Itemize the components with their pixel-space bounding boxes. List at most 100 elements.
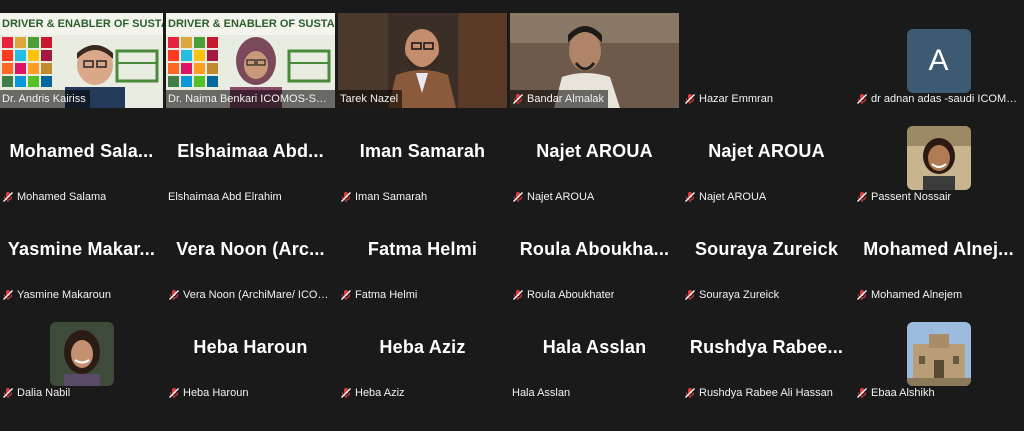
participant-tile[interactable]: Najet AROUA Najet AROUA — [682, 111, 851, 206]
participant-name-label: Heba Aziz — [338, 384, 409, 402]
sdg-banner: DRIVER & ENABLER OF SUSTAINABILITY — [0, 13, 163, 35]
participant-name-label: Hazar Emmran — [682, 90, 777, 108]
participant-tile[interactable]: Heba Aziz Heba Aziz — [338, 307, 507, 402]
participant-tile[interactable]: Tarek Nazel — [338, 13, 507, 108]
mic-muted-icon — [857, 192, 867, 202]
participant-tile[interactable]: Souraya Zureick Souraya Zureick — [682, 209, 851, 304]
participant-tile[interactable]: Fatma Helmi Fatma Helmi — [338, 209, 507, 304]
mic-muted-icon — [513, 94, 523, 104]
participant-name: Mohamed Alnejem — [871, 289, 963, 301]
participant-tile[interactable]: DRIVER & ENABLER OF SUSTAINABILITY Dr. Na… — [166, 13, 335, 108]
participant-display-name: Najet AROUA — [708, 141, 825, 161]
participant-tile[interactable]: Ebaa Alshikh — [854, 307, 1023, 402]
participant-name: Heba Aziz — [355, 387, 405, 399]
participant-name: Roula Aboukhater — [527, 289, 615, 301]
participant-tile[interactable]: Mohamed Alnej... Mohamed Alnejem — [854, 209, 1023, 304]
participant-name: Souraya Zureick — [699, 289, 780, 301]
participant-name-label: Ebaa Alshikh — [854, 384, 939, 402]
participant-display-name: Fatma Helmi — [367, 239, 478, 259]
mic-muted-icon — [3, 388, 13, 398]
participant-display-name: Yasmine Makar... — [7, 239, 156, 259]
participant-name: Rushdya Rabee Ali Hassan — [699, 387, 833, 399]
mic-muted-icon — [3, 192, 13, 202]
participant-display-name: Roula Aboukha... — [519, 239, 670, 259]
participant-tile[interactable]: Elshaimaa Abd... Elshaimaa Abd Elrahim — [166, 111, 335, 206]
participant-display-name: Souraya Zureick — [694, 239, 839, 259]
participant-tile[interactable]: Hala Asslan Hala Asslan — [510, 307, 679, 402]
mic-muted-icon — [685, 388, 695, 398]
participant-name: Bandar Almalak — [527, 93, 605, 105]
participant-display-name: Vera Noon (Arc... — [176, 239, 325, 259]
participant-tile[interactable]: DRIVER & ENABLER OF SUSTAINABILITY Dr. An… — [0, 13, 163, 108]
participant-tile[interactable]: Hazar Emmran — [682, 13, 851, 108]
mic-muted-icon — [857, 290, 867, 300]
participant-tile[interactable]: Yasmine Makar... Yasmine Makaroun — [0, 209, 163, 304]
participant-tile[interactable]: Heba Haroun Heba Haroun — [166, 307, 335, 402]
participant-name: Dr. Andris Kairiss — [2, 93, 86, 105]
participant-name-label: Fatma Helmi — [338, 286, 421, 304]
participant-name: Hazar Emmran — [699, 93, 773, 105]
participant-display-name: Iman Samarah — [359, 141, 486, 161]
participant-display-name: Heba Haroun — [193, 337, 308, 357]
participant-display-name: Heba Aziz — [379, 337, 466, 357]
participant-name-label: Elshaimaa Abd Elrahim — [166, 188, 286, 206]
mic-muted-icon — [3, 290, 13, 300]
profile-photo — [906, 126, 971, 190]
participant-tile[interactable]: Adr adnan adas -saudi ICOMOS — [854, 13, 1023, 108]
participant-display-name: Hala Asslan — [542, 337, 647, 357]
avatar-initial: A — [906, 29, 971, 93]
mic-muted-icon — [685, 290, 695, 300]
mic-muted-icon — [513, 290, 523, 300]
participant-name: Vera Noon (ArchiMare/ ICOMO... — [183, 289, 331, 301]
participant-name: Fatma Helmi — [355, 289, 418, 301]
mic-muted-icon — [341, 388, 351, 398]
participant-name: Tarek Nazel — [340, 93, 399, 105]
participant-name: Dr. Naima Benkari ICOMOS-SDGW... — [168, 93, 331, 105]
participant-name-label: Tarek Nazel — [338, 90, 403, 108]
profile-photo — [906, 322, 971, 386]
participant-display-name: Elshaimaa Abd... — [177, 141, 324, 161]
participant-tile[interactable]: Roula Aboukha... Roula Aboukhater — [510, 209, 679, 304]
mic-muted-icon — [169, 290, 179, 300]
participant-tile[interactable]: Najet AROUA Najet AROUA — [510, 111, 679, 206]
participant-name: Heba Haroun — [183, 387, 249, 399]
participant-name-label: Najet AROUA — [682, 188, 770, 206]
participant-name-label: Mohamed Alnejem — [854, 286, 966, 304]
mic-muted-icon — [685, 192, 695, 202]
participant-name: Najet AROUA — [527, 191, 595, 203]
participant-name-label: Roula Aboukhater — [510, 286, 618, 304]
participant-name-label: Mohamed Salama — [0, 188, 110, 206]
participant-display-name: Mohamed Alnej... — [863, 239, 1014, 259]
participant-name-label: Rushdya Rabee Ali Hassan — [682, 384, 837, 402]
participant-name-label: Dalia Nabil — [0, 384, 74, 402]
mic-muted-icon — [857, 388, 867, 398]
participant-name: Hala Asslan — [512, 387, 571, 399]
participant-tile[interactable]: Vera Noon (Arc... Vera Noon (ArchiMare/ I… — [166, 209, 335, 304]
mic-muted-icon — [513, 192, 523, 202]
participant-name-label: Bandar Almalak — [510, 90, 609, 108]
participant-name-label: Iman Samarah — [338, 188, 431, 206]
participant-name-label: Dr. Naima Benkari ICOMOS-SDGW... — [166, 90, 335, 108]
participant-tile[interactable]: Rushdya Rabee... Rushdya Rabee Ali Hassan — [682, 307, 851, 402]
participant-display-name: Najet AROUA — [536, 141, 653, 161]
participant-name: Yasmine Makaroun — [17, 289, 111, 301]
participant-name: dr adnan adas -saudi ICOMOS — [871, 93, 1019, 105]
participant-name-label: Souraya Zureick — [682, 286, 783, 304]
participant-name-label: dr adnan adas -saudi ICOMOS — [854, 90, 1023, 108]
participant-tile[interactable]: Passent Nossair — [854, 111, 1023, 206]
sdg-banner: DRIVER & ENABLER OF SUSTAINABILITY — [166, 13, 335, 35]
participant-display-name: Rushdya Rabee... — [689, 337, 844, 357]
participant-tile[interactable]: Dalia Nabil — [0, 307, 163, 402]
participant-display-name: Mohamed Sala... — [9, 141, 154, 161]
participant-name: Najet AROUA — [699, 191, 767, 203]
participant-name-label: Dr. Andris Kairiss — [0, 90, 90, 108]
profile-photo — [49, 322, 114, 386]
mic-muted-icon — [857, 94, 867, 104]
participant-name: Ebaa Alshikh — [871, 387, 935, 399]
participant-name-label: Najet AROUA — [510, 188, 598, 206]
participant-tile[interactable]: Mohamed Sala... Mohamed Salama — [0, 111, 163, 206]
participant-tile[interactable]: Iman Samarah Iman Samarah — [338, 111, 507, 206]
mic-muted-icon — [169, 388, 179, 398]
participant-tile[interactable]: Bandar Almalak — [510, 13, 679, 108]
participant-name: Iman Samarah — [355, 191, 428, 203]
